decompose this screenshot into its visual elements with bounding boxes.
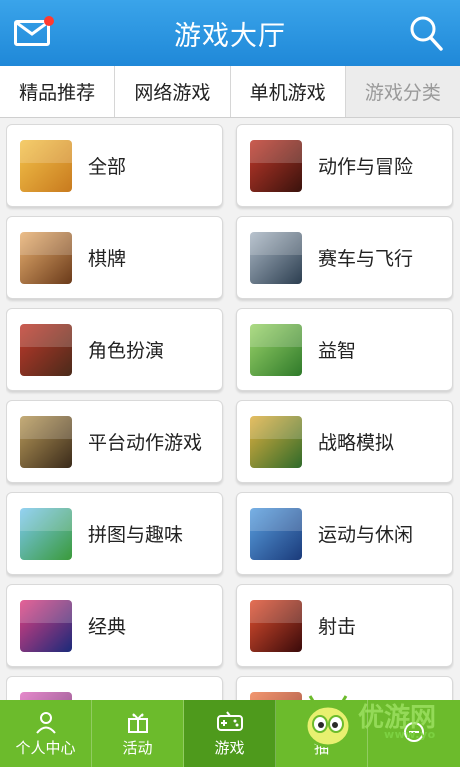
category-label: 棋牌 — [88, 248, 127, 270]
category-card-racing-flying[interactable]: 赛车与飞行 — [236, 216, 453, 299]
puzzle-thumbnail-icon — [250, 323, 302, 376]
search-icon — [410, 16, 443, 51]
bottom-nav: 个人中心 活动 游戏 抽 — [0, 700, 460, 767]
category-label: 战略模拟 — [318, 432, 395, 454]
category-card-puzzle[interactable]: 益智 — [236, 308, 453, 391]
all-games-thumbnail-icon — [20, 139, 72, 192]
category-card-partial[interactable] — [236, 676, 453, 700]
category-card-role-playing[interactable]: 角色扮演 — [6, 308, 223, 391]
tab-game-categories[interactable]: 游戏分类 — [345, 66, 460, 117]
category-card-card-board[interactable]: 棋牌 — [6, 216, 223, 299]
nav-label: 抽 — [313, 738, 329, 757]
category-label: 运动与休闲 — [318, 524, 414, 546]
racing-flying-thumbnail-icon — [250, 231, 302, 284]
nav-lottery[interactable]: 抽 — [276, 700, 368, 767]
category-card-classic[interactable]: 经典 — [6, 584, 223, 667]
nav-games[interactable]: 游戏 — [184, 700, 276, 767]
category-label: 拼图与趣味 — [88, 524, 184, 546]
category-card-strategy-simulation[interactable]: 战略模拟 — [236, 400, 453, 483]
tab-online-games[interactable]: 网络游戏 — [115, 66, 231, 117]
notification-dot — [44, 16, 54, 26]
category-label: 经典 — [88, 616, 127, 638]
person-icon — [35, 711, 56, 734]
category-card-action-adventure[interactable]: 动作与冒险 — [236, 124, 453, 207]
tab-featured[interactable]: 精品推荐 — [0, 66, 116, 117]
more-thumbnail-icon — [250, 691, 302, 700]
category-card-jigsaw-fun[interactable]: 拼图与趣味 — [6, 492, 223, 575]
nav-more[interactable] — [368, 700, 460, 767]
category-tabs: 精品推荐 网络游戏 单机游戏 游戏分类 — [0, 66, 460, 118]
category-label: 平台动作游戏 — [88, 432, 203, 454]
category-card-shooting[interactable]: 射击 — [236, 584, 453, 667]
action-adventure-thumbnail-icon — [250, 139, 302, 192]
nav-label: 活动 — [122, 738, 153, 757]
nav-label: 游戏 — [214, 738, 245, 757]
category-label: 赛车与飞行 — [318, 248, 414, 270]
nav-label: 个人中心 — [15, 738, 76, 757]
category-card-platform-action[interactable]: 平台动作游戏 — [6, 400, 223, 483]
role-playing-thumbnail-icon — [20, 323, 72, 376]
category-label: 益智 — [318, 340, 357, 362]
classic-thumbnail-icon — [20, 599, 72, 652]
more-icon — [404, 722, 424, 742]
strategy-simulation-thumbnail-icon — [250, 415, 302, 468]
category-card-partial[interactable] — [6, 676, 223, 700]
category-label: 动作与冒险 — [318, 156, 414, 178]
category-card-sports-leisure[interactable]: 运动与休闲 — [236, 492, 453, 575]
nav-personal-center[interactable]: 个人中心 — [0, 700, 92, 767]
category-label: 角色扮演 — [88, 340, 165, 362]
page-title: 游戏大厅 — [174, 20, 286, 52]
search-button[interactable] — [408, 14, 444, 52]
gift-icon — [127, 713, 148, 733]
mail-button[interactable] — [14, 16, 56, 50]
category-label: 全部 — [88, 156, 127, 178]
lottery-icon — [311, 711, 332, 732]
card-board-thumbnail-icon — [20, 231, 72, 284]
shooting-thumbnail-icon — [250, 599, 302, 652]
sports-leisure-thumbnail-icon — [250, 507, 302, 560]
category-card-all[interactable]: 全部 — [6, 124, 223, 207]
gamepad-icon — [216, 710, 243, 731]
platform-action-thumbnail-icon — [20, 415, 72, 468]
category-label: 射击 — [318, 616, 357, 638]
more-thumbnail-icon — [20, 691, 72, 700]
nav-activities[interactable]: 活动 — [92, 700, 184, 767]
app-header: 游戏大厅 — [0, 0, 460, 66]
category-grid: 全部 动作与冒险 棋牌 赛车与飞行 角色扮演 益智 平台动作游戏 战略模拟 拼图… — [6, 124, 454, 700]
jigsaw-fun-thumbnail-icon — [20, 507, 72, 560]
tab-single-games[interactable]: 单机游戏 — [231, 66, 346, 117]
